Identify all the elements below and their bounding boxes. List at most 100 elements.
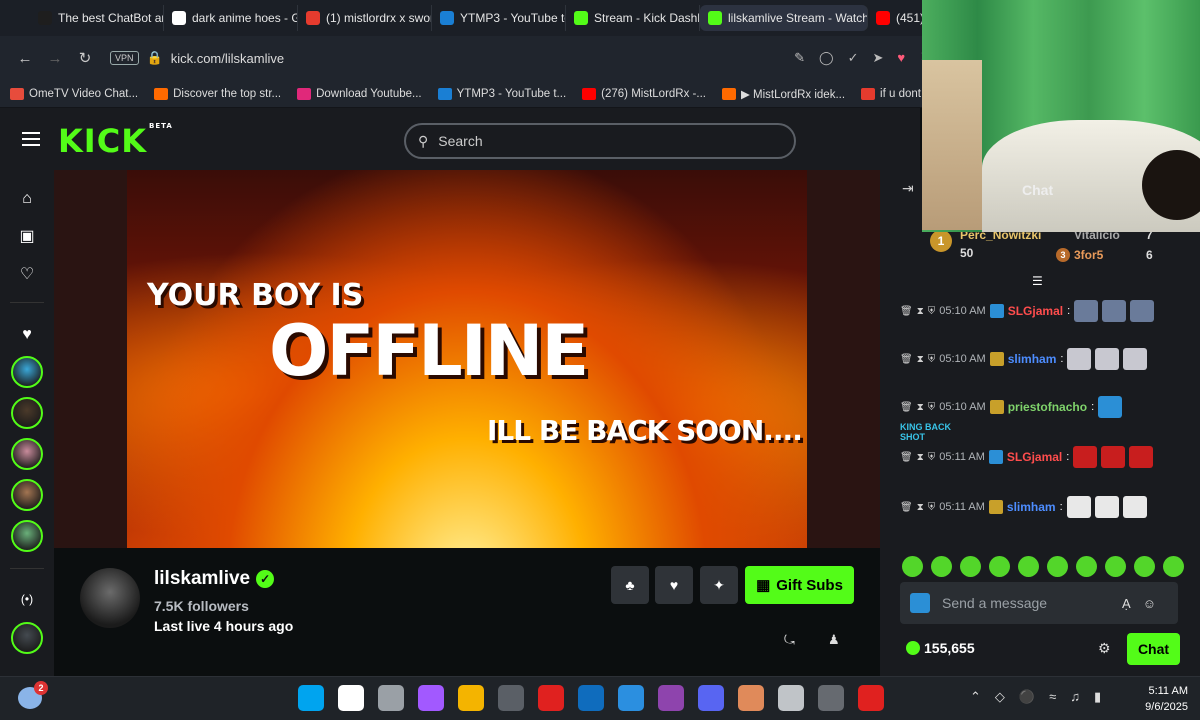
ban-icon[interactable]: ⛨ [928, 354, 936, 365]
quick-emote[interactable] [1105, 556, 1126, 577]
vpn-badge[interactable]: VPN [110, 51, 139, 65]
followed-channel-avatar[interactable] [11, 622, 43, 654]
forward-icon[interactable]: → [40, 50, 70, 67]
video-player[interactable]: YOUR BOY IS OFFLINE ILL BE BACK SOON.... [54, 170, 880, 548]
bookmark-item[interactable]: ▶ MistLordRx idek... [721, 87, 845, 101]
wifi-icon[interactable]: ≈ [1049, 689, 1056, 705]
share-icon[interactable]: ⤿ [784, 632, 795, 648]
quick-emote[interactable] [902, 556, 923, 577]
browser-tab[interactable]: YTMP3 - YouTube to [432, 5, 566, 31]
chat-username[interactable]: slimham [1008, 352, 1057, 366]
followed-channel-avatar[interactable] [11, 438, 43, 470]
ban-icon[interactable]: ⛨ [928, 306, 936, 317]
taskbar-app-icon[interactable] [698, 685, 724, 711]
taskbar-app-icon[interactable] [498, 685, 524, 711]
browser-tab[interactable]: lilskamlive Stream - Watch [700, 5, 868, 31]
shield-icon[interactable]: ✓ [848, 50, 859, 66]
taskbar-app-icon[interactable] [618, 685, 644, 711]
menu-icon[interactable] [22, 132, 40, 146]
tray-app-icon[interactable]: ◇ [995, 689, 1005, 705]
browse-icon[interactable]: ▣ [18, 228, 36, 246]
ban-icon[interactable]: ⛨ [928, 502, 936, 513]
chat-send-button[interactable]: Chat [1127, 633, 1180, 665]
chat-message[interactable]: 🗑 ⧗ ⛨ 05:10 AM SLGjamal: [900, 300, 1184, 322]
delete-icon[interactable]: 🗑 [900, 354, 913, 365]
following-heart-icon[interactable]: ♥ [18, 326, 36, 344]
camera-icon[interactable]: ◯ [819, 50, 834, 66]
gift-subs-button[interactable]: ▦ Gift Subs [745, 566, 854, 604]
taskbar-app-icon[interactable] [818, 685, 844, 711]
bookmark-item[interactable]: (276) MistLordRx -... [582, 87, 706, 100]
quick-emote[interactable] [931, 556, 952, 577]
timeout-icon[interactable]: ⧗ [917, 306, 924, 317]
taskbar-app-icon[interactable] [778, 685, 804, 711]
collapse-chat-icon[interactable]: ⇥ [902, 180, 914, 197]
taskbar-app-icon[interactable] [298, 685, 324, 711]
sparkle-button[interactable]: ✦ [700, 566, 738, 604]
weather-widget-icon[interactable]: 2 [18, 681, 48, 709]
delete-icon[interactable]: 🗑 [900, 452, 913, 463]
followed-channel-avatar[interactable] [11, 479, 43, 511]
url-text[interactable]: kick.com/lilskamlive [171, 51, 284, 66]
channel-points[interactable]: 155,655 [906, 640, 975, 656]
chat-message[interactable]: 🗑 ⧗ ⛨ 05:10 AM priestofnacho: KING BACK SHOT [900, 396, 1184, 442]
taskbar-app-icon[interactable] [418, 685, 444, 711]
url-field[interactable]: VPN 🔒 kick.com/lilskamlive [110, 50, 284, 66]
taskbar-app-icon[interactable] [538, 685, 564, 711]
browser-tab[interactable]: Stream - Kick Dashb [566, 5, 700, 31]
follow-heart-button[interactable]: ♥ [655, 566, 693, 604]
followed-channel-avatar[interactable] [11, 397, 43, 429]
kick-logo[interactable]: KICK BETA [58, 122, 173, 160]
heart-icon[interactable]: ♥ [897, 50, 905, 66]
timeout-icon[interactable]: ⧗ [917, 354, 924, 365]
bookmark-item[interactable]: YTMP3 - YouTube t... [437, 87, 566, 100]
bookmark-item[interactable]: Discover the top str... [154, 87, 281, 100]
taskbar-app-icon[interactable] [858, 685, 884, 711]
quick-emote[interactable] [1047, 556, 1068, 577]
timeout-icon[interactable]: ⧗ [917, 402, 924, 413]
taskbar-app-icon[interactable] [458, 685, 484, 711]
battery-icon[interactable]: ▮ [1094, 689, 1101, 705]
timeout-icon[interactable]: ⧗ [917, 502, 924, 513]
quick-emote[interactable] [1018, 556, 1039, 577]
channel-avatar[interactable] [80, 568, 140, 628]
settings-icon[interactable]: ⚙ [1098, 640, 1111, 657]
following-icon[interactable]: ♡ [18, 266, 36, 284]
leader-user[interactable]: 3for5 [1074, 248, 1103, 262]
taskbar-app-icon[interactable] [378, 685, 404, 711]
chat-message[interactable]: 🗑 ⧗ ⛨ 05:10 AM slimham: [900, 348, 1184, 370]
taskbar-app-icon[interactable] [738, 685, 764, 711]
microphone-icon[interactable]: ⚫ [1019, 689, 1035, 705]
delete-icon[interactable]: 🗑 [900, 402, 913, 413]
followed-channel-avatar[interactable] [11, 356, 43, 388]
search-input[interactable]: ⚲ Search [404, 123, 796, 159]
chat-username[interactable]: priestofnacho [1008, 400, 1087, 414]
quick-emote[interactable] [1076, 556, 1097, 577]
live-icon[interactable]: (•) [18, 590, 36, 608]
notification-bell-button[interactable]: ♣ [611, 566, 649, 604]
delete-icon[interactable]: 🗑 [900, 306, 913, 317]
browser-tab[interactable]: The best ChatBot and [30, 5, 164, 31]
followed-channel-avatar[interactable] [11, 520, 43, 552]
quick-emote[interactable] [1134, 556, 1155, 577]
browser-tab[interactable]: dark anime hoes - Go [164, 5, 298, 31]
chat-username[interactable]: slimham [1007, 500, 1056, 514]
timeout-icon[interactable]: ⧗ [917, 452, 924, 463]
chat-username[interactable]: SLGjamal [1007, 450, 1062, 464]
taskbar-app-icon[interactable] [658, 685, 684, 711]
message-input[interactable]: Send a message Ạ☺ [900, 582, 1178, 624]
chat-username[interactable]: SLGjamal [1008, 304, 1063, 318]
back-icon[interactable]: ← [10, 50, 40, 67]
quick-emote[interactable] [960, 556, 981, 577]
bookmark-item[interactable]: OmeTV Video Chat... [10, 87, 138, 100]
taskbar-app-icon[interactable] [578, 685, 604, 711]
chat-message[interactable]: 🗑 ⧗ ⛨ 05:11 AM SLGjamal: [900, 446, 1184, 468]
chat-message[interactable]: 🗑 ⧗ ⛨ 05:11 AM slimham: [900, 496, 1184, 518]
hammer-icon[interactable] [910, 593, 930, 613]
ban-icon[interactable]: ⛨ [928, 402, 936, 413]
quick-emote[interactable] [1163, 556, 1184, 577]
bookmark-item[interactable]: Download Youtube... [297, 87, 422, 100]
pin-icon[interactable]: ☰ [1032, 274, 1043, 288]
reload-icon[interactable]: ↻ [70, 49, 100, 67]
quick-emote[interactable] [989, 556, 1010, 577]
